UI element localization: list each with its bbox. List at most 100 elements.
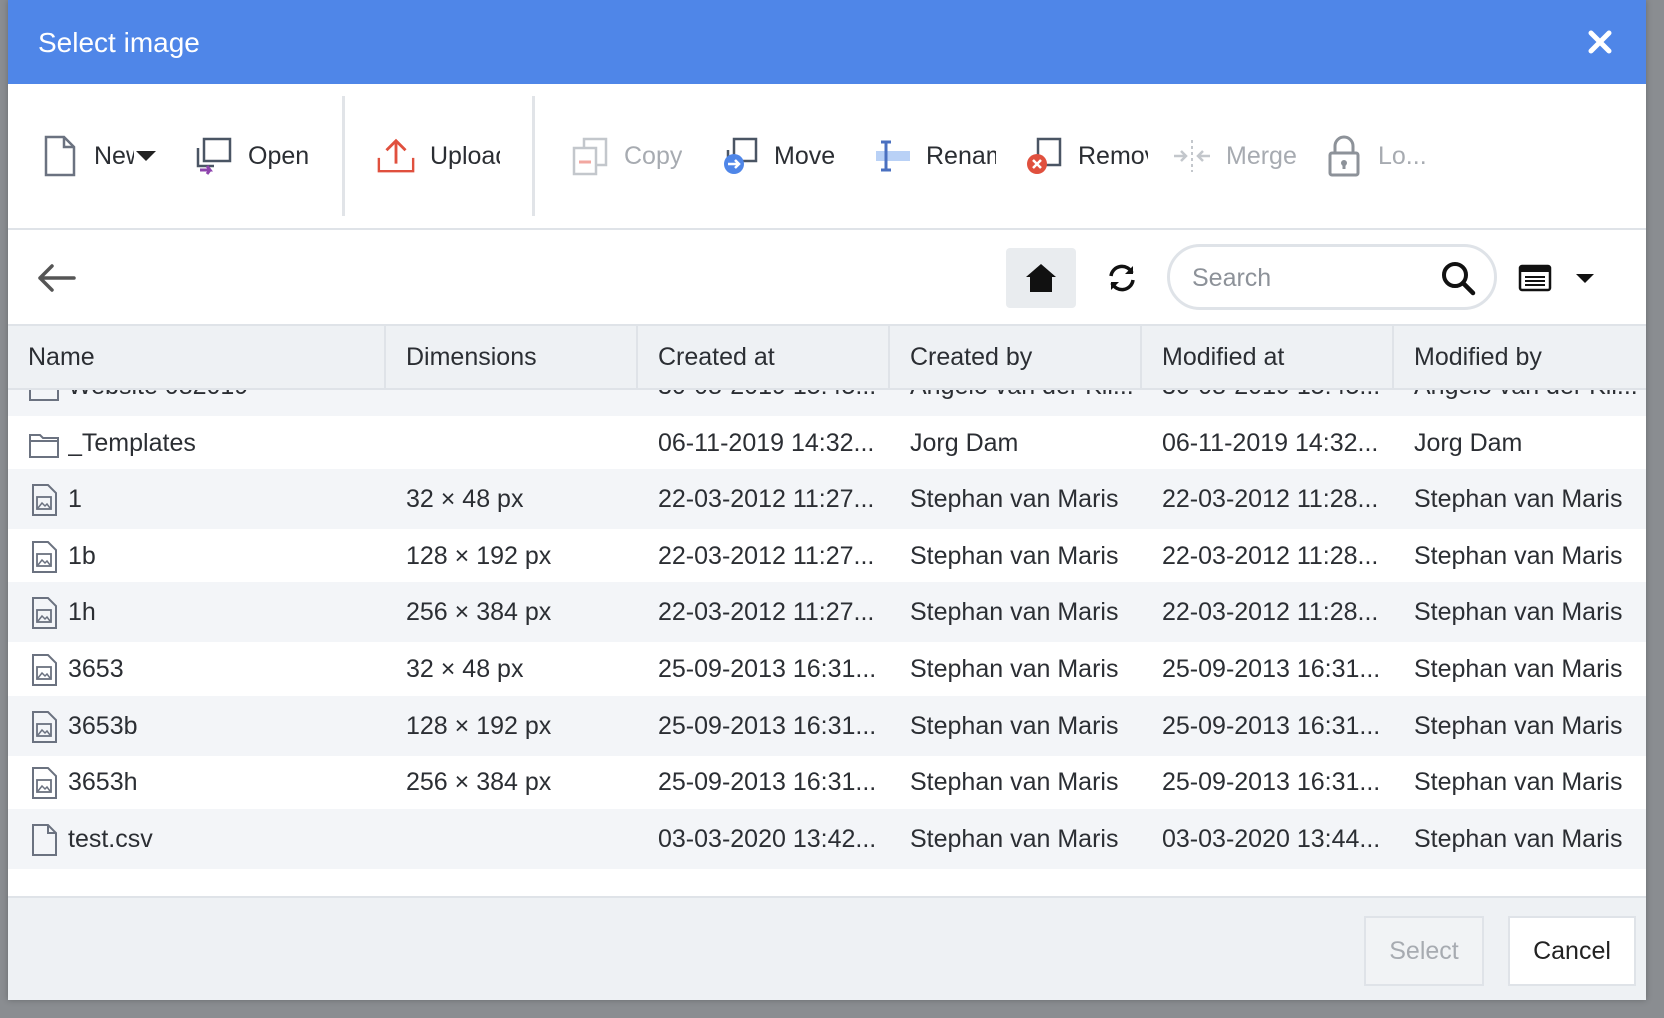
- row-dimensions: 32 × 48 px: [406, 655, 524, 683]
- search-box: [1167, 244, 1497, 310]
- row-modified-by: Jorg Dam: [1414, 428, 1523, 457]
- row-created-by: Stephan van Maris: [910, 598, 1119, 627]
- row-name: 3653: [68, 655, 124, 683]
- table-row[interactable]: 1h 256 × 384 px 22-03-2012 11:27... Stephan…: [8, 582, 1646, 643]
- row-dimensions: 256 × 384 px: [406, 598, 552, 627]
- rename-icon: [872, 134, 912, 178]
- select-button[interactable]: Select: [1364, 916, 1484, 986]
- column-header-created-at[interactable]: Created at: [638, 326, 890, 388]
- search-input[interactable]: [1190, 257, 1434, 299]
- remove-button[interactable]: Remove: [1024, 84, 1148, 228]
- row-modified-by: Stephan van Maris: [1414, 598, 1623, 627]
- lock-label: Lo...: [1378, 141, 1427, 170]
- new-button[interactable]: New: [40, 84, 158, 228]
- row-modified-by: Stephan van Maris: [1414, 711, 1623, 740]
- row-modified-at: 06-11-2019 14:32...: [1162, 428, 1379, 457]
- row-name: 1h: [68, 598, 96, 627]
- move-icon: [720, 134, 760, 178]
- row-created-at: 25-09-2013 16:31...: [658, 768, 877, 797]
- open-button[interactable]: Open: [194, 84, 309, 228]
- home-button[interactable]: [1006, 248, 1076, 308]
- row-name: test.csv: [68, 824, 153, 853]
- row-name: _Templates: [68, 428, 196, 457]
- merge-icon: [1172, 134, 1212, 178]
- select-image-dialog: Select image New Open Upload: [8, 0, 1646, 1000]
- view-mode-dropdown[interactable]: [1518, 258, 1622, 298]
- row-name: 3653b: [68, 711, 138, 740]
- row-created-at: 25-09-2013 16:31...: [658, 711, 877, 740]
- upload-button[interactable]: Upload: [376, 84, 500, 228]
- column-header-modified-at[interactable]: Modified at: [1142, 326, 1394, 388]
- table-row[interactable]: 1 32 × 48 px 22-03-2012 11:27... Stephan va…: [8, 469, 1646, 530]
- table-header: Name Dimensions Created at Created by Mo…: [8, 324, 1646, 390]
- upload-label: Upload: [430, 141, 500, 170]
- table-row[interactable]: 3653b 128 × 192 px 25-09-2013 16:31... Step…: [8, 695, 1646, 756]
- row-created-by: Stephan van Maris: [910, 541, 1119, 570]
- row-dimensions: [406, 809, 626, 869]
- file-table: Name Dimensions Created at Created by Mo…: [8, 324, 1646, 894]
- image-icon: [28, 710, 60, 744]
- column-header-created-by[interactable]: Created by: [890, 326, 1142, 388]
- rename-button[interactable]: Rename: [872, 84, 996, 228]
- table-row[interactable]: 3653h 256 × 384 px 25-09-2013 16:31... Step…: [8, 752, 1646, 812]
- row-modified-at: 25-09-2013 16:31...: [1162, 768, 1381, 797]
- folder-icon: [28, 427, 60, 461]
- column-header-name[interactable]: Name: [8, 326, 386, 388]
- list-view-icon: [1518, 264, 1552, 292]
- row-name: 1: [68, 485, 82, 514]
- row-modified-by: Stephan van Maris: [1414, 541, 1623, 570]
- toolbar-divider: [342, 96, 345, 216]
- upload-icon: [376, 134, 416, 178]
- image-icon: [28, 766, 60, 800]
- move-label: Move: [774, 141, 836, 170]
- navigation-bar: [8, 230, 1646, 324]
- row-modified-by: Stephan van Maris: [1414, 655, 1623, 683]
- merge-label: Merge: [1226, 141, 1297, 170]
- row-created-at: 22-03-2012 11:27...: [658, 485, 875, 514]
- dialog-titlebar: Select image: [8, 0, 1646, 84]
- table-row[interactable]: 1b 128 × 192 px 22-03-2012 11:27... Stephan…: [8, 526, 1646, 586]
- row-dimensions: 128 × 192 px: [406, 711, 552, 740]
- home-icon: [1026, 264, 1056, 292]
- refresh-icon: [1109, 264, 1135, 292]
- row-modified-by: Stephan van Maris: [1414, 485, 1623, 514]
- row-modified-by: Stephan van Maris: [1414, 824, 1623, 853]
- row-dimensions: 128 × 192 px: [406, 541, 552, 570]
- row-created-by: Stephan van Maris: [910, 768, 1119, 797]
- row-modified-at: 25-09-2013 16:31...: [1162, 711, 1381, 740]
- copy-label: Copy: [624, 141, 683, 170]
- table-row[interactable]: _Templates 06-11-2019 14:32... Jorg Dam 06-…: [8, 413, 1646, 473]
- image-icon: [28, 653, 60, 687]
- row-modified-at: 03-03-2020 13:44...: [1162, 824, 1381, 853]
- row-modified-at: 22-03-2012 11:28...: [1162, 598, 1379, 627]
- row-name: 1b: [68, 541, 96, 570]
- rename-label: Rename: [926, 141, 996, 170]
- image-icon: [28, 540, 60, 574]
- table-row[interactable]: test.csv 03-03-2020 13:42... Stephan van M…: [8, 808, 1646, 869]
- chevron-down-icon: [1576, 274, 1594, 283]
- cancel-button[interactable]: Cancel: [1508, 916, 1636, 986]
- search-icon[interactable]: [1440, 260, 1476, 296]
- back-arrow-icon[interactable]: [34, 258, 78, 298]
- column-header-dimensions[interactable]: Dimensions: [386, 326, 638, 388]
- row-created-by: Jorg Dam: [910, 428, 1019, 457]
- table-row[interactable]: 3653 32 × 48 px 25-09-2013 16:31... Stephan…: [8, 639, 1646, 699]
- refresh-button[interactable]: [1096, 252, 1148, 304]
- row-created-at: 25-09-2013 16:31...: [658, 655, 877, 683]
- row-created-by: Stephan van Maris: [910, 485, 1119, 514]
- row-dimensions: 256 × 384 px: [406, 768, 552, 797]
- toolbar-divider: [532, 96, 535, 216]
- move-button[interactable]: Move: [720, 84, 835, 228]
- column-header-modified-by[interactable]: Modified by: [1394, 326, 1646, 388]
- row-dimensions: [406, 413, 626, 473]
- merge-button[interactable]: Merge: [1172, 84, 1297, 228]
- lock-button[interactable]: Lo...: [1324, 84, 1427, 228]
- copy-button[interactable]: Copy: [570, 84, 682, 228]
- row-created-by: Stephan van Maris: [910, 824, 1119, 853]
- row-modified-at: 25-09-2013 16:31...: [1162, 655, 1381, 683]
- chevron-down-icon: [136, 151, 156, 161]
- close-icon[interactable]: [1580, 22, 1620, 62]
- row-name: 3653h: [68, 768, 138, 797]
- dialog-title: Select image: [38, 27, 200, 58]
- open-icon: [194, 134, 234, 178]
